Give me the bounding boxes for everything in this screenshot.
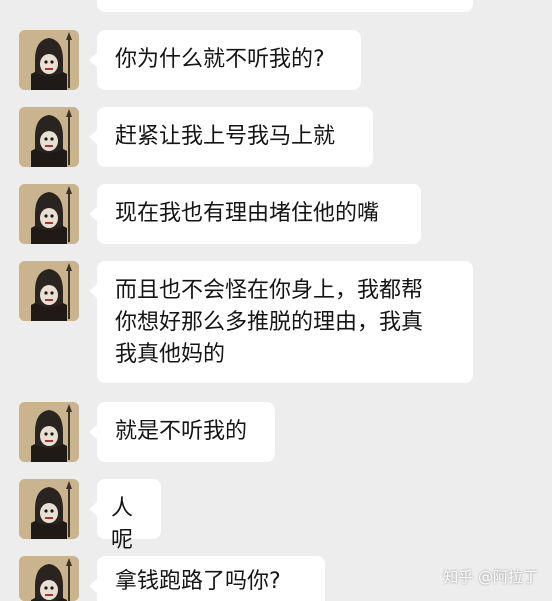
helmeted-warrior-icon xyxy=(19,184,79,244)
avatar[interactable] xyxy=(19,107,79,167)
chat-bubble: 人呢 xyxy=(89,479,161,553)
chat-bubble: 而且也不会怪在你身上，我都帮 你想好那么多推脱的理由，我真 我真他妈的 xyxy=(89,261,473,383)
chat-bubble: 你为什么就不听我的? xyxy=(89,30,361,90)
chat-bubble-partial xyxy=(97,0,473,12)
avatar[interactable] xyxy=(19,184,79,244)
chat-bubble: 赶紧让我上号我马上就 xyxy=(89,107,373,167)
helmeted-warrior-icon xyxy=(19,556,79,601)
avatar[interactable] xyxy=(19,479,79,539)
helmeted-warrior-icon xyxy=(19,30,79,90)
chat-bubble: 现在我也有理由堵住他的嘴 xyxy=(89,184,421,244)
avatar[interactable] xyxy=(19,30,79,90)
avatar[interactable] xyxy=(19,556,79,601)
helmeted-warrior-icon xyxy=(19,107,79,167)
avatar[interactable] xyxy=(19,261,79,321)
helmeted-warrior-icon xyxy=(19,402,79,462)
chat-bubble: 拿钱跑路了吗你? xyxy=(89,556,325,601)
chat-bubble: 就是不听我的 xyxy=(89,402,275,462)
helmeted-warrior-icon xyxy=(19,261,79,321)
zhihu-watermark: 知乎 @阿拉丁 xyxy=(443,568,538,586)
helmeted-warrior-icon xyxy=(19,479,79,539)
avatar[interactable] xyxy=(19,402,79,462)
